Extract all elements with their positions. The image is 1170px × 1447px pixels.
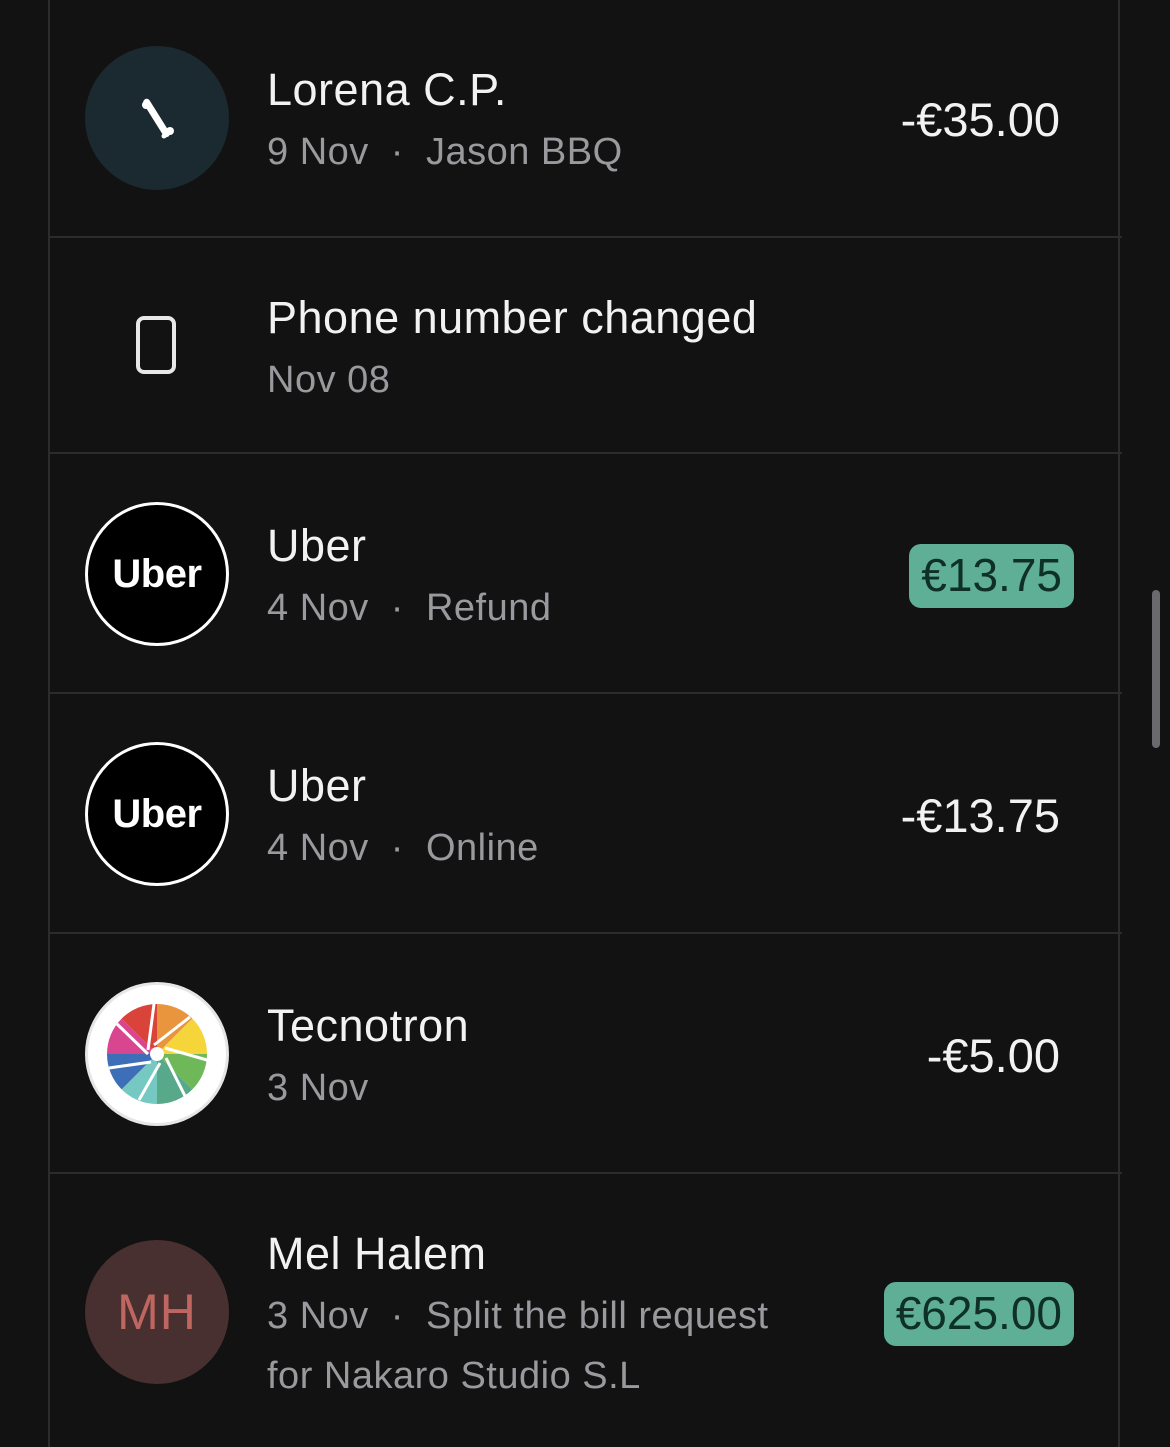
transaction-title: Tecnotron — [267, 1000, 470, 1051]
transaction-date: 3 Nov — [267, 1067, 369, 1109]
separator-dot: · — [390, 587, 404, 629]
transaction-row-tecnotron[interactable]: Tecnotron 3 Nov -€5.00 — [50, 934, 1122, 1174]
uber-logo-icon: Uber — [85, 742, 229, 886]
percent-split-icon — [142, 98, 174, 139]
transaction-date: 4 Nov — [267, 827, 369, 869]
transactions-list: Lorena C.P. 9 Nov · Jason BBQ -€35.00 Phon… — [48, 0, 1122, 1447]
transaction-amount-positive: €13.75 — [909, 544, 1074, 608]
transaction-detail-continued: for Nakaro Studio S.L — [267, 1355, 641, 1397]
uber-logo-icon: Uber — [85, 502, 229, 646]
avatar — [85, 982, 229, 1126]
transaction-row-uber-online[interactable]: Uber Uber 4 Nov · Online -€13.75 — [50, 694, 1122, 934]
transaction-date: 3 Nov — [267, 1295, 369, 1337]
transaction-subtitle: 3 Nov · Split the bill request — [267, 1286, 769, 1346]
avatar — [85, 46, 229, 190]
transaction-title: Uber — [267, 760, 367, 811]
scrollbar[interactable] — [1152, 590, 1160, 748]
transactions-screen: Lorena C.P. 9 Nov · Jason BBQ -€35.00 Phon… — [0, 0, 1170, 1447]
transaction-detail: Online — [425, 827, 539, 869]
transaction-amount: -€5.00 — [926, 1029, 1060, 1082]
transaction-subtitle: 4 Nov · Online — [267, 818, 539, 878]
transaction-subtitle: 4 Nov · Refund — [267, 578, 551, 638]
separator-dot: · — [390, 1295, 404, 1337]
transaction-subtitle: 9 Nov · Jason BBQ — [267, 122, 623, 182]
transaction-date: 4 Nov — [267, 587, 369, 629]
transaction-date: 9 Nov — [267, 131, 369, 173]
transaction-row-uber-refund[interactable]: Uber Uber 4 Nov · Refund €13.75 — [50, 454, 1122, 694]
separator-dot: · — [390, 827, 404, 869]
transaction-amount-positive: €625.00 — [883, 1282, 1074, 1346]
transaction-row-lorena[interactable]: Lorena C.P. 9 Nov · Jason BBQ -€35.00 — [50, 0, 1122, 238]
event-date: Nov 08 — [267, 359, 391, 401]
event-row-phone-changed[interactable]: Phone number changed Nov 08 — [50, 238, 1122, 454]
transaction-detail: Jason BBQ — [425, 131, 623, 173]
phone-icon — [136, 316, 176, 374]
separator-dot: · — [390, 131, 404, 173]
transaction-detail: Refund — [425, 587, 552, 629]
aperture-logo-icon — [106, 1003, 208, 1105]
event-title: Phone number changed — [267, 292, 758, 343]
transaction-title: Lorena C.P. — [267, 64, 507, 115]
transaction-title: Uber — [267, 520, 367, 571]
avatar-initials: MH — [85, 1240, 229, 1384]
transaction-amount: -€13.75 — [900, 789, 1060, 842]
transaction-title: Mel Halem — [267, 1228, 487, 1279]
transaction-amount: -€35.00 — [900, 93, 1060, 146]
transaction-detail: Split the bill request — [425, 1295, 769, 1337]
transaction-row-mel-halem[interactable]: MH Mel Halem 3 Nov · Split the bill reques… — [50, 1174, 1122, 1447]
